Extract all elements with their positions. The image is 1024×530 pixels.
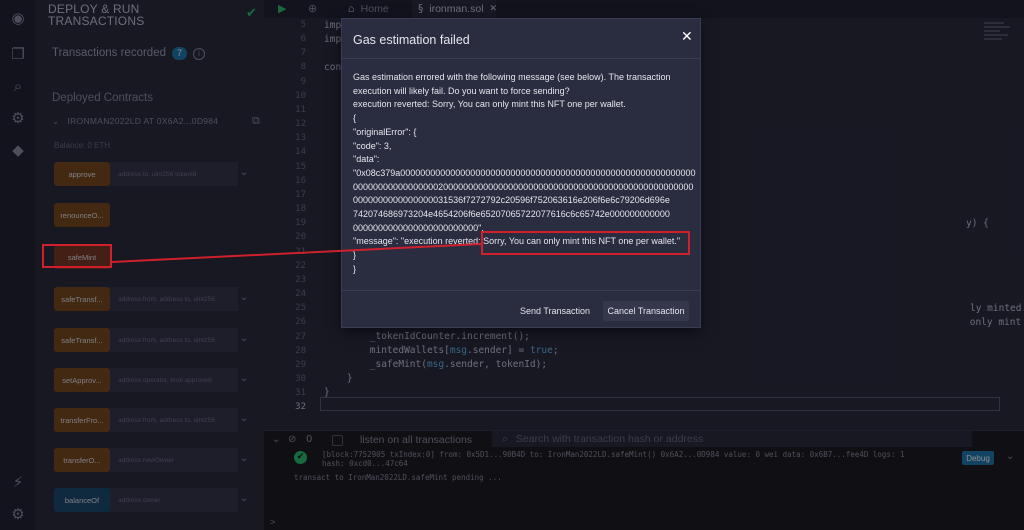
dialog-text-line: execution will likely fail. Do you want …	[353, 85, 570, 96]
dialog-text-line: 0000000000000000020000000000000000000000…	[353, 181, 694, 192]
gas-estimation-dialog: Gas estimation failed ✕ Gas estimation e…	[341, 18, 701, 328]
dialog-text-line: "code": 3,	[353, 140, 392, 151]
safemint-highlight-box	[42, 244, 112, 268]
dialog-text-line: {	[353, 113, 357, 124]
dialog-title: Gas estimation failed	[353, 33, 470, 47]
dialog-text-line: "originalError": {	[353, 126, 417, 137]
dialog-text-line: 0000000000000000031536f7272792c20596f752…	[353, 195, 670, 206]
cancel-transaction-button[interactable]: Cancel Transaction	[603, 301, 689, 321]
dialog-text-line: 742074686973204e4654206f6e65207065722077…	[353, 209, 670, 220]
error-message-highlight-box	[481, 231, 690, 255]
message-key: "message": "execution reverted:	[353, 236, 484, 247]
dialog-text-line: "0x08c379a000000000000000000000000000000…	[353, 167, 696, 178]
dialog-text-line: }	[353, 263, 357, 274]
dialog-header: Gas estimation failed ✕	[342, 19, 700, 59]
dialog-footer: Send Transaction Cancel Transaction	[342, 290, 700, 329]
dialog-text-line: "data":	[353, 154, 380, 165]
dialog-text-line: Gas estimation errored with the followin…	[353, 72, 671, 82]
dialog-text-line: execution reverted: Sorry, You can only …	[353, 99, 626, 110]
close-icon[interactable]: ✕	[681, 29, 693, 45]
remix-ide: ◉ ❐ ⌕ ⚙ ◆ ⚡ ⚙ DEPLOY & RUN TRANSACTIONS …	[0, 0, 1024, 530]
send-transaction-button[interactable]: Send Transaction	[516, 301, 594, 321]
